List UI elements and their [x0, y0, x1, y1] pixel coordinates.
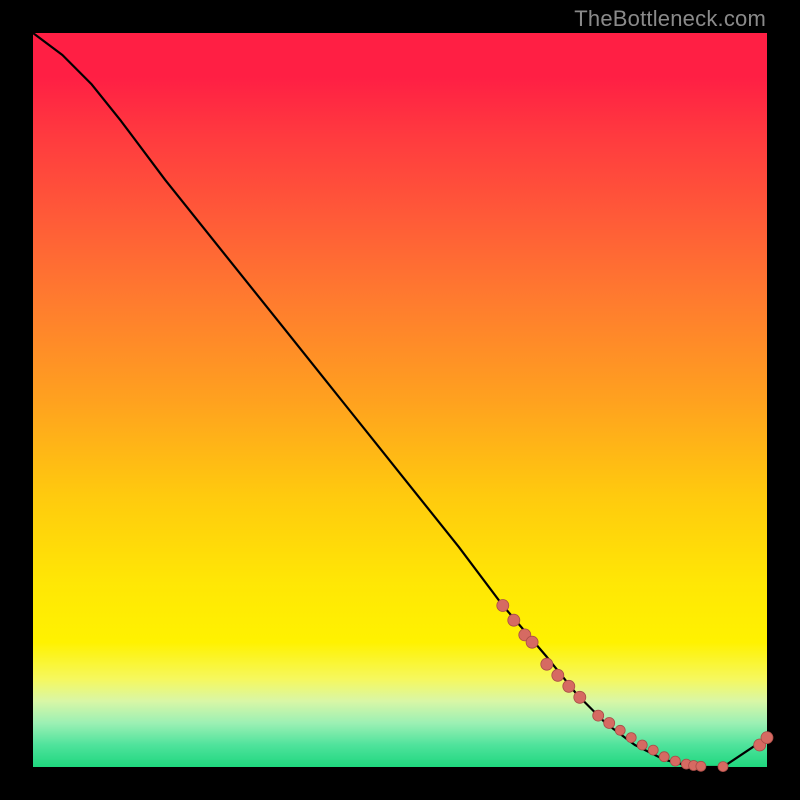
highlighted-point	[761, 732, 773, 744]
highlighted-point	[626, 733, 636, 743]
highlighted-point	[541, 658, 553, 670]
highlighted-point	[574, 691, 586, 703]
highlighted-point	[508, 614, 520, 626]
highlighted-point	[497, 600, 509, 612]
highlighted-point	[648, 745, 658, 755]
highlighted-point	[696, 761, 706, 771]
highlighted-point	[670, 756, 680, 766]
bottleneck-curve	[33, 33, 767, 767]
highlighted-point	[552, 669, 564, 681]
highlighted-point	[615, 725, 625, 735]
highlighted-point	[563, 680, 575, 692]
watermark-text: TheBottleneck.com	[574, 6, 766, 32]
highlighted-point	[637, 740, 647, 750]
highlighted-point	[593, 710, 604, 721]
highlighted-point	[604, 718, 615, 729]
highlighted-point	[526, 636, 538, 648]
chart-overlay	[33, 33, 767, 767]
highlighted-point	[718, 762, 728, 772]
chart-stage: TheBottleneck.com	[0, 0, 800, 800]
highlighted-point	[659, 752, 669, 762]
